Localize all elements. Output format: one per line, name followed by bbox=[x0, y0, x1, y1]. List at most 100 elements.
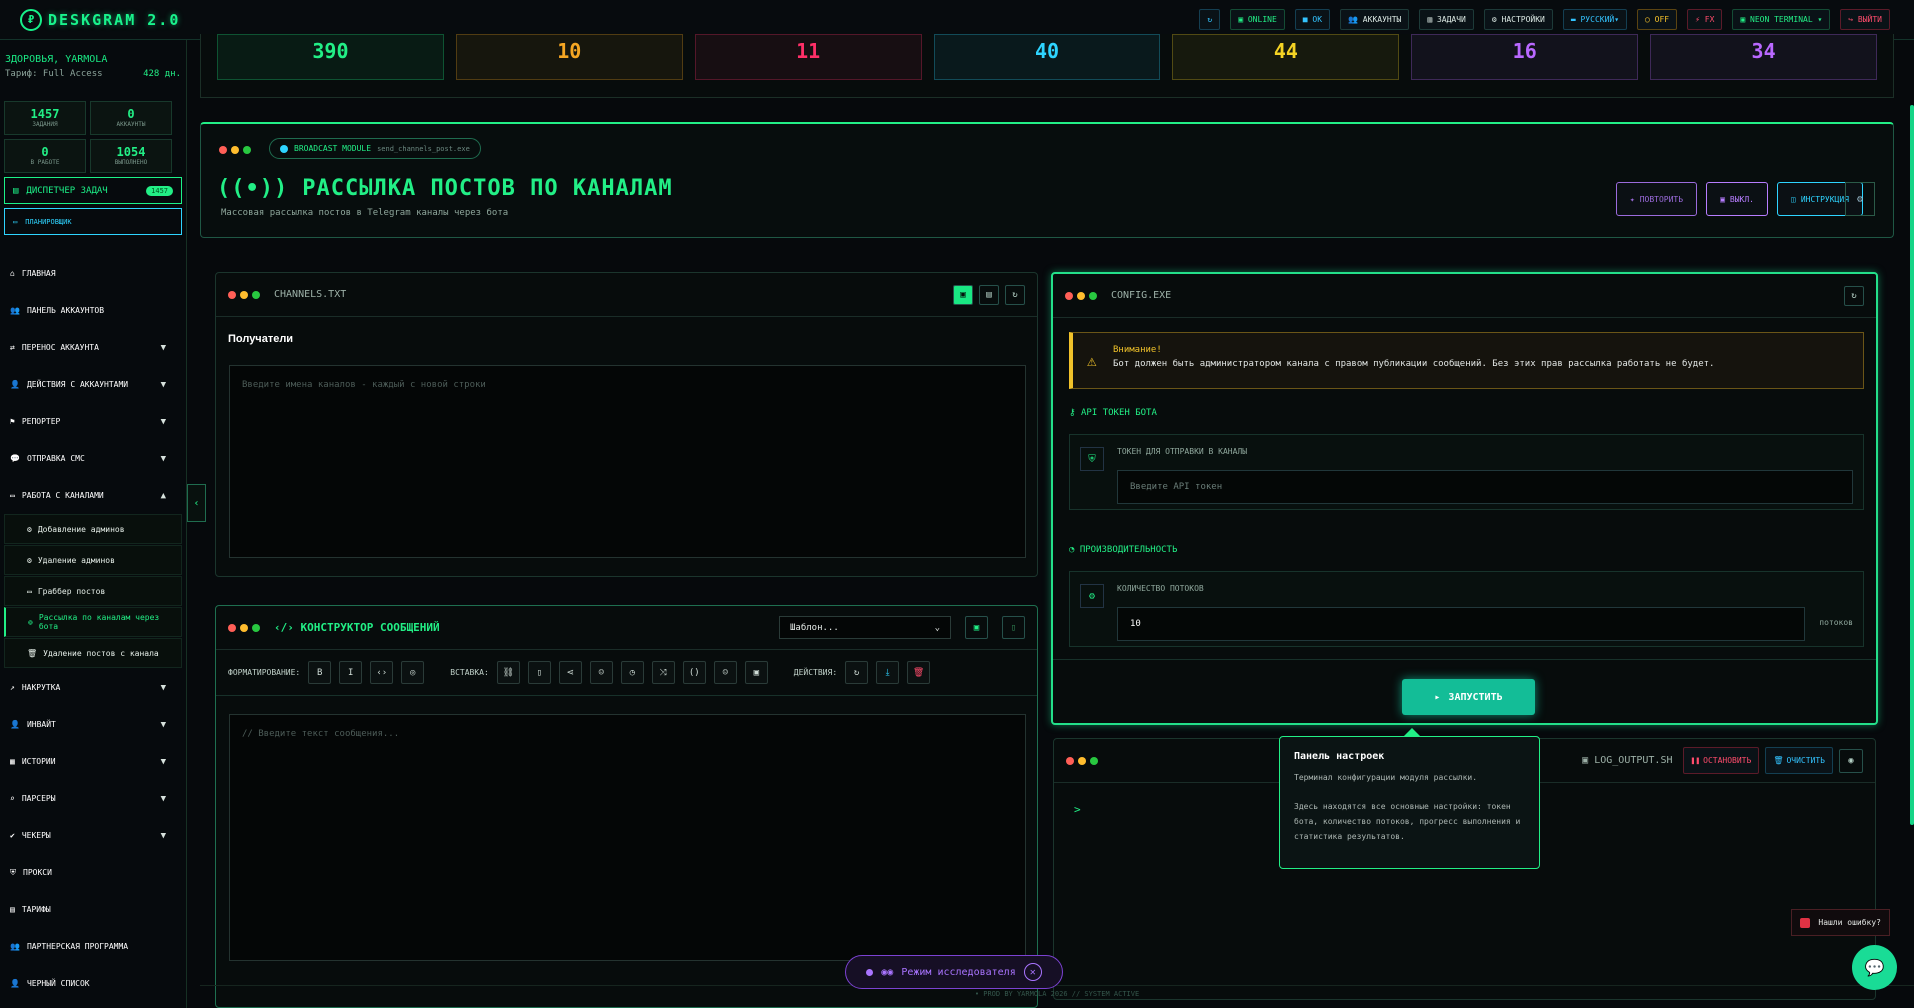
save-template-button[interactable]: ▣ bbox=[965, 616, 988, 639]
delete-button[interactable]: 🗑 bbox=[907, 661, 931, 684]
header-button[interactable]: ▣ NEON TERMINAL ▾ bbox=[1732, 9, 1831, 30]
menu-icon: ⚑ bbox=[10, 417, 15, 426]
message-input[interactable]: // Введите текст сообщения... bbox=[229, 714, 1026, 961]
sidebar-item[interactable]: 👤 ДЕЙСТВИЯ С АККАУНТАМИ ▼ bbox=[0, 366, 186, 403]
submenu-item[interactable]: ▭ Граббер постов bbox=[4, 576, 182, 606]
header-button[interactable]: ▥ ЗАДАЧИ bbox=[1419, 9, 1474, 30]
stat-card: 0 АККАУНТЫ bbox=[90, 101, 172, 135]
bold-icon: B bbox=[317, 667, 323, 678]
close-icon[interactable]: ✕ bbox=[1023, 963, 1042, 981]
stat-label: АККАУНТЫ bbox=[116, 121, 146, 128]
template-select[interactable]: Шаблон... ⌄ bbox=[779, 616, 951, 639]
hero-button[interactable]: ▣ ВЫКЛ. bbox=[1706, 182, 1768, 216]
visibility-button[interactable]: ◉ bbox=[1839, 748, 1863, 773]
header-button[interactable]: ■ OK bbox=[1294, 9, 1331, 30]
chevron-icon: ▼ bbox=[160, 682, 166, 693]
briefcase-icon: ▣ bbox=[973, 622, 980, 633]
save-button[interactable]: ⤓ bbox=[876, 661, 900, 684]
header-button[interactable]: ↻ bbox=[1199, 9, 1221, 30]
sidebar-item-label: ГЛАВНАЯ bbox=[21, 269, 56, 278]
chat-button[interactable]: 💬 bbox=[1852, 945, 1897, 990]
trash-icon: 🗑 bbox=[912, 667, 925, 678]
token-input[interactable]: Введите API токен bbox=[1117, 470, 1853, 504]
code-button[interactable]: ‹› bbox=[370, 661, 394, 684]
sidebar-item[interactable]: ▤ ТАРИФЫ bbox=[0, 891, 186, 928]
share-button[interactable]: ⋖ bbox=[558, 661, 582, 684]
hero-button[interactable]: ✦ ПОВТОРИТЬ bbox=[1615, 182, 1698, 216]
report-bug-button[interactable]: Нашли ошибку? bbox=[1791, 909, 1890, 936]
random-button[interactable]: ⤨ bbox=[651, 661, 675, 684]
submenu-item[interactable]: ⊚ Рассылка по каналам через бота bbox=[4, 607, 182, 637]
submenu-item[interactable]: 🗑 Удаление постов с канала bbox=[4, 638, 182, 668]
chevron-icon: ▼ bbox=[160, 719, 166, 730]
bot-button[interactable]: ☺ bbox=[589, 661, 613, 684]
channels-input[interactable]: Введите имена каналов - каждый с новой с… bbox=[229, 365, 1026, 558]
stop-button[interactable]: ❚❚ ОСТАНОВИТЬ bbox=[1682, 747, 1760, 774]
channels-header: CHANNELS.TXT ▣ ▤ ↻ bbox=[216, 273, 1037, 317]
file-insert-button[interactable]: ▯ bbox=[527, 661, 551, 684]
brackets-button[interactable]: () bbox=[682, 661, 706, 684]
insert-label: ВСТАВКА: bbox=[450, 668, 489, 677]
copy-template-button[interactable]: ▯ bbox=[1002, 616, 1025, 639]
sidebar-item[interactable]: ✔ ЧЕКЕРЫ ▼ bbox=[0, 817, 186, 854]
scrollbar[interactable] bbox=[1910, 105, 1914, 825]
sidebar-item[interactable]: 👥 ПАНЕЛЬ АККАУНТОВ bbox=[0, 292, 186, 329]
file-button[interactable]: ▤ bbox=[979, 284, 999, 305]
sidebar-item[interactable]: ⚑ РЕПОРТЕР ▼ bbox=[0, 403, 186, 440]
sidebar-item[interactable]: ↗ НАКРУТКА ▼ bbox=[0, 669, 186, 706]
header-button[interactable]: ▣ ONLINE bbox=[1230, 9, 1285, 30]
header-button[interactable]: 👥 АККАУНТЫ bbox=[1340, 9, 1410, 30]
header-button[interactable]: ◯ OFF bbox=[1637, 9, 1678, 30]
sidebar-item-label: ОТПРАВКА СМС bbox=[26, 454, 85, 463]
footer: • PROD BY YARMOLA 2026 // SYSTEM ACTIVE bbox=[200, 985, 1914, 1008]
sidebar-item[interactable]: ⌕ ПАРСЕРЫ ▼ bbox=[0, 780, 186, 817]
sidebar-item[interactable]: ⌂ ГЛАВНАЯ bbox=[0, 255, 186, 292]
menu-icon: ▭ bbox=[10, 491, 15, 500]
header-button[interactable]: ▬ РУССКИЙ▾ bbox=[1562, 9, 1628, 30]
pause-icon: ❚❚ bbox=[1690, 756, 1701, 765]
header-button[interactable]: ⚡ FX bbox=[1687, 9, 1723, 30]
sidebar-item[interactable]: 👥 ПАРТНЕРСКАЯ ПРОГРАММА bbox=[0, 928, 186, 965]
window-dots bbox=[228, 623, 260, 632]
menu-icon: 👤 bbox=[10, 720, 20, 729]
broadcast-icon: ((•)) bbox=[217, 176, 289, 201]
collapse-sidebar-button[interactable]: ‹ bbox=[187, 484, 206, 522]
sidebar-item[interactable]: 👤 ИНВАЙТ ▼ bbox=[0, 706, 186, 743]
stat-card: 1054 ВЫПОЛНЕНО bbox=[90, 139, 172, 173]
config-refresh-button[interactable]: ↻ bbox=[1844, 285, 1864, 306]
bold-button[interactable]: B bbox=[308, 661, 332, 684]
refresh-icon: ↻ bbox=[1851, 290, 1857, 301]
image-button[interactable]: ▣ bbox=[744, 661, 768, 684]
submenu-item[interactable]: ⚙ Добавление админов bbox=[4, 514, 182, 544]
warning-text: Бот должен быть администратором канала с… bbox=[1113, 359, 1715, 369]
hero-button-icon: ▣ bbox=[1720, 194, 1725, 204]
header-button[interactable]: ⚙ НАСТРОЙКИ bbox=[1483, 9, 1553, 30]
explorer-mode-pill[interactable]: ◉◉ Режим исследователя ✕ bbox=[845, 955, 1063, 989]
spoiler-button[interactable]: ◎ bbox=[401, 661, 425, 684]
dispatcher-button[interactable]: ▤ ДИСПЕТЧЕР ЗАДАЧ 1457 bbox=[4, 177, 182, 204]
sidebar-item[interactable]: ⛨ ПРОКСИ bbox=[0, 854, 186, 891]
refresh-button[interactable]: ↻ bbox=[1005, 284, 1025, 305]
sidebar-item[interactable]: ▭ РАБОТА С КАНАЛАМИ ▲ bbox=[0, 477, 186, 514]
reload-button[interactable]: ↻ bbox=[845, 661, 869, 684]
select-button[interactable]: ▣ bbox=[953, 284, 973, 305]
settings-button[interactable]: ⚙ bbox=[1845, 182, 1875, 216]
time-button[interactable]: ◷ bbox=[620, 661, 644, 684]
emoji-button[interactable]: ☺ bbox=[713, 661, 737, 684]
scheduler-button[interactable]: ▭ ПЛАНИРОВЩИК bbox=[4, 208, 182, 235]
threads-input[interactable]: 10 bbox=[1117, 607, 1805, 641]
sidebar-item[interactable]: ▦ ИСТОРИИ ▼ bbox=[0, 743, 186, 780]
sidebar-item[interactable]: 👤 ЧЕРНЫЙ СПИСОК bbox=[0, 965, 186, 1002]
clear-button[interactable]: 🗑 ОЧИСТИТЬ bbox=[1765, 747, 1833, 774]
refresh-icon: ↻ bbox=[1012, 289, 1018, 300]
submenu-item[interactable]: ⚙ Удаление админов bbox=[4, 545, 182, 575]
sidebar-item[interactable]: ⇄ ПЕРЕНОС АККАУНТА ▼ bbox=[0, 329, 186, 366]
italic-button[interactable]: I bbox=[339, 661, 363, 684]
tooltip-title: Панель настроек bbox=[1294, 751, 1385, 762]
logo[interactable]: ₽ DESKGRAM 2.0 bbox=[20, 8, 180, 31]
sidebar-item[interactable]: 💬 ОТПРАВКА СМС ▼ bbox=[0, 440, 186, 477]
link-button[interactable]: ⛓ bbox=[496, 661, 520, 684]
header-button[interactable]: ↪ ВЫЙТИ bbox=[1840, 9, 1890, 30]
run-button[interactable]: ▸ ЗАПУСТИТЬ bbox=[1402, 679, 1535, 715]
metric-card: 40 bbox=[933, 34, 1161, 80]
